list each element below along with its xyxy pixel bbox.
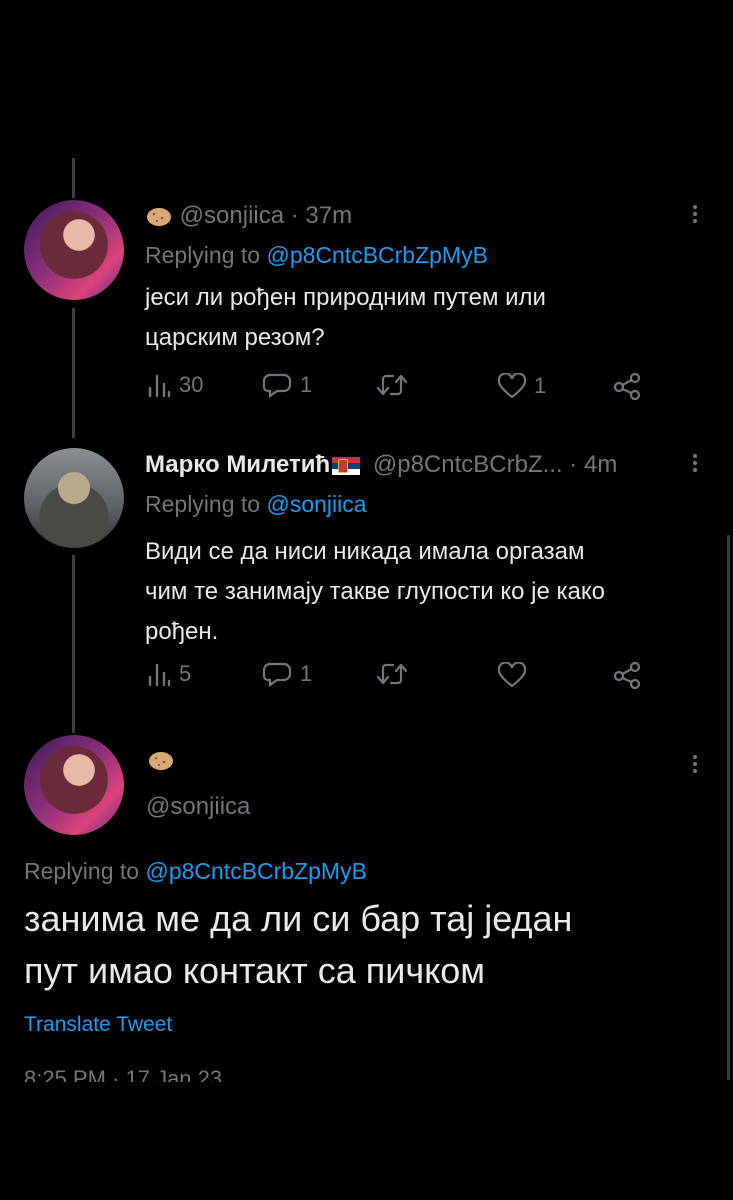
retweet-icon <box>376 663 408 685</box>
share-button[interactable] <box>612 661 642 689</box>
reply-button[interactable]: 1 <box>262 372 312 398</box>
share-icon <box>613 372 641 400</box>
potato-emoji-icon <box>149 752 173 770</box>
user-display-name[interactable]: Марко Милетић <box>145 451 330 478</box>
tweet-timestamp[interactable]: 8:25 PM · 17 Jan 23 <box>24 1066 222 1082</box>
potato-emoji-icon <box>147 207 171 226</box>
avatar[interactable] <box>24 448 124 548</box>
views-icon <box>148 663 171 687</box>
like-button[interactable]: 1 <box>498 373 546 399</box>
more-icon[interactable] <box>693 451 699 475</box>
tweet-text-line: рођен. <box>145 618 219 645</box>
views-count: 30 <box>179 372 204 397</box>
views-count: 5 <box>179 661 192 686</box>
tweet-text: јеси ли рођен природним путем или царски… <box>145 278 546 358</box>
tweet-text-line: чим те занимају такве глупости ко је как… <box>145 578 606 605</box>
tweet-text-line: пут имао контакт са пичком <box>24 950 486 991</box>
thread-line-top <box>72 158 75 198</box>
retweet-button[interactable] <box>376 373 408 397</box>
replying-to-link[interactable]: @p8CntcBCrbZpMyB <box>145 858 366 884</box>
translate-tweet-link[interactable]: Translate Tweet <box>24 1013 172 1037</box>
serbia-flag-icon <box>332 456 361 475</box>
replying-label: Replying to <box>145 491 261 517</box>
separator: · <box>290 202 299 229</box>
tweet-text-line: царским резом? <box>145 324 325 351</box>
like-button[interactable] <box>498 662 526 688</box>
views-button[interactable]: 5 <box>147 661 191 687</box>
tweet-text-line: јеси ли рођен природним путем или <box>145 284 546 311</box>
avatar[interactable] <box>24 735 124 835</box>
reply-count: 1 <box>300 661 313 686</box>
share-icon <box>613 661 641 689</box>
tweet-text-line: занима ме да ли си бар тај један <box>24 898 573 939</box>
retweet-button[interactable] <box>376 662 408 686</box>
timestamp-text: 8:25 PM · 17 Jan 23 <box>24 1066 223 1082</box>
views-icon <box>148 374 171 398</box>
like-icon <box>498 662 526 688</box>
thread-line-2 <box>72 555 75 733</box>
tweet-header: @sonjiica · 37m <box>145 202 352 230</box>
scrollbar[interactable] <box>727 535 730 1080</box>
replying-label: Replying to <box>24 858 140 884</box>
user-handle[interactable]: @sonjiica <box>180 202 284 229</box>
tweet-time[interactable]: 4m <box>584 451 617 478</box>
reply-icon <box>262 373 292 398</box>
tweet-text: Види се да ниси никада имала оргазам чим… <box>145 532 605 652</box>
display-name[interactable] <box>147 750 175 772</box>
reply-icon <box>262 662 292 687</box>
user-handle[interactable]: @sonjiica <box>146 793 250 821</box>
replying-to: Replying to @p8CntcBCrbZpMyB <box>145 242 488 269</box>
retweet-icon <box>376 374 408 396</box>
more-icon[interactable] <box>693 752 699 776</box>
like-count: 1 <box>534 373 547 398</box>
views-button[interactable]: 30 <box>147 372 203 398</box>
share-button[interactable] <box>612 372 642 400</box>
tweet-text: занима ме да ли си бар тај један пут има… <box>24 893 572 997</box>
user-handle[interactable]: @p8CntcBCrbZ... <box>373 451 563 478</box>
tweet-text-line: Види се да ниси никада имала оргазам <box>145 538 585 565</box>
replying-to: Replying to @sonjiica <box>145 491 367 518</box>
like-icon <box>498 373 526 399</box>
reply-count: 1 <box>300 372 313 397</box>
reply-button[interactable]: 1 <box>262 661 312 687</box>
more-icon[interactable] <box>693 202 699 226</box>
replying-to: Replying to @p8CntcBCrbZpMyB <box>24 858 367 885</box>
avatar[interactable] <box>24 200 124 300</box>
replying-to-link[interactable]: @sonjiica <box>266 491 366 517</box>
replying-to-link[interactable]: @p8CntcBCrbZpMyB <box>266 242 487 268</box>
tweet-time[interactable]: 37m <box>305 202 352 229</box>
replying-label: Replying to <box>145 242 261 268</box>
tweet-header: Марко Милетић @p8CntcBCrbZ... · 4m <box>145 451 617 479</box>
thread-line-1 <box>72 308 75 438</box>
separator: · <box>569 451 578 478</box>
